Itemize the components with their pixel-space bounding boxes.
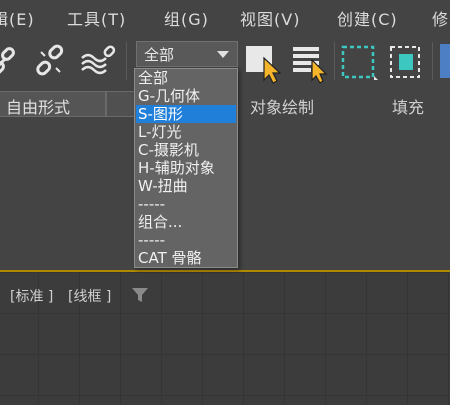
rectangular-selection-icon[interactable] <box>340 44 378 80</box>
pointer-icon[interactable] <box>438 44 450 78</box>
link-icon[interactable] <box>0 44 24 78</box>
menu-tools[interactable]: 工具(T) <box>67 6 126 30</box>
selection-filter-value: 全部 <box>144 46 175 64</box>
chevron-down-icon <box>217 51 229 58</box>
toolbar-separator <box>126 42 127 80</box>
filter-icon[interactable] <box>131 287 149 307</box>
menu-edit[interactable]: 辑(E) <box>0 6 35 30</box>
dropdown-option-cameras[interactable]: C-摄影机 <box>136 141 236 159</box>
dropdown-option-geometry[interactable]: G-几何体 <box>136 87 236 105</box>
dropdown-separator: ----- <box>138 195 166 213</box>
select-object-icon[interactable] <box>244 44 282 84</box>
dropdown-separator: ----- <box>138 231 166 249</box>
menu-create[interactable]: 创建(C) <box>337 6 398 30</box>
dropdown-option-lights[interactable]: L-灯光 <box>136 123 236 141</box>
dropdown-option-helpers[interactable]: H-辅助对象 <box>136 159 236 177</box>
dropdown-option-all[interactable]: 全部 <box>136 69 236 87</box>
window-crossing-icon[interactable] <box>388 44 424 78</box>
viewport-display-label[interactable]: [线框 ] <box>68 286 111 306</box>
menu-modifiers[interactable]: 修 <box>432 6 449 30</box>
tab-object-paint[interactable]: 对象绘制 <box>250 94 314 120</box>
select-by-name-icon[interactable] <box>290 44 328 84</box>
tab-populate[interactable]: 填充 <box>392 94 424 120</box>
selection-filter-select[interactable]: 全部 <box>136 41 238 67</box>
viewport-shading-label[interactable]: [标准 ] <box>10 286 53 306</box>
dropdown-option-warps[interactable]: W-扭曲 <box>136 177 236 195</box>
tab-freeform[interactable]: 自由形式 <box>0 91 106 117</box>
viewport[interactable]: [标准 ] [线框 ] <box>0 270 450 405</box>
bind-space-warp-icon[interactable] <box>78 44 116 78</box>
selection-filter-dropdown: 全部 G-几何体 S-图形 L-灯光 C-摄影机 H-辅助对象 W-扭曲 ---… <box>134 68 238 268</box>
dropdown-option-cat-bone[interactable]: CAT 骨骼 <box>136 249 236 267</box>
dropdown-option-combos[interactable]: 组合... <box>136 213 236 231</box>
toolbar-separator <box>432 42 433 80</box>
menu-bar: 辑(E) 工具(T) 组(G) 视图(V) 创建(C) 修 <box>0 0 450 34</box>
menu-view[interactable]: 视图(V) <box>240 6 300 30</box>
toolbar-separator <box>334 42 335 80</box>
menu-group[interactable]: 组(G) <box>164 6 209 30</box>
dropdown-option-shapes[interactable]: S-图形 <box>136 105 236 123</box>
unlink-icon[interactable] <box>32 44 68 78</box>
tab-selection[interactable] <box>106 91 136 117</box>
